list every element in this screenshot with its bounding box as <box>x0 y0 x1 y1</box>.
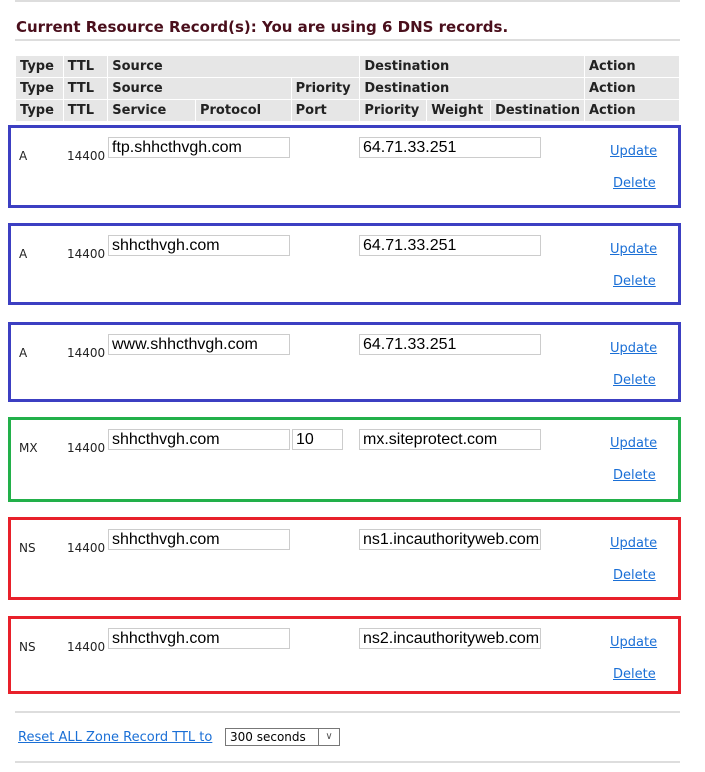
record-type: A <box>19 247 28 261</box>
update-link[interactable]: Update <box>610 341 657 356</box>
col-port: Port <box>290 99 361 122</box>
record-ttl: 14400 <box>67 149 106 163</box>
col-source: Source <box>107 77 292 100</box>
record-row: MX 14400 mx.siteprotect.com Update Delet… <box>8 417 681 502</box>
records-header: Type TTL Source Destination Action Type … <box>15 55 681 122</box>
update-link[interactable]: Update <box>610 536 657 551</box>
record-type: NS <box>19 541 36 555</box>
destination-input[interactable]: 64.71.33.251 <box>359 137 541 158</box>
update-link[interactable]: Update <box>610 436 657 451</box>
header-row-mx: Type TTL Source Priority Destination Act… <box>15 77 681 100</box>
source-input[interactable] <box>108 529 290 550</box>
col-type: Type <box>15 77 64 100</box>
delete-link[interactable]: Delete <box>613 667 656 682</box>
reset-ttl-link[interactable]: Reset ALL Zone Record TTL to <box>18 730 212 745</box>
record-ttl: 14400 <box>67 346 106 360</box>
record-row: A 14400 64.71.33.251 Update Delete <box>8 322 681 402</box>
divider <box>15 761 680 763</box>
priority-input[interactable] <box>292 429 343 450</box>
col-ttl: TTL <box>62 55 109 78</box>
chevron-down-icon[interactable]: ∨ <box>318 729 339 745</box>
col-type: Type <box>15 99 64 122</box>
update-link[interactable]: Update <box>610 144 657 159</box>
record-row: NS 14400 ns2.incauthorityweb.com Update … <box>8 616 681 694</box>
record-ttl: 14400 <box>67 541 106 555</box>
record-type: MX <box>19 441 38 455</box>
col-priority: Priority <box>290 77 361 100</box>
source-input[interactable] <box>108 137 290 158</box>
col-action: Action <box>583 99 681 122</box>
col-ttl: TTL <box>62 77 109 100</box>
delete-link[interactable]: Delete <box>613 176 656 191</box>
source-input[interactable] <box>108 429 290 450</box>
divider <box>15 711 680 713</box>
divider <box>15 39 680 41</box>
delete-link[interactable]: Delete <box>613 568 656 583</box>
update-link[interactable]: Update <box>610 242 657 257</box>
delete-link[interactable]: Delete <box>613 274 656 289</box>
source-input[interactable] <box>108 628 290 649</box>
record-row: A 14400 64.71.33.251 Update Delete <box>8 223 681 305</box>
record-row: A 14400 64.71.33.251 Update Delete <box>8 125 681 208</box>
col-destination: Destination <box>359 77 585 100</box>
update-link[interactable]: Update <box>610 635 657 650</box>
col-priority: Priority <box>359 99 428 122</box>
destination-input[interactable]: 64.71.33.251 <box>359 235 541 256</box>
divider <box>15 0 680 2</box>
record-row: NS 14400 ns1.incauthorityweb.com Update … <box>8 517 681 600</box>
record-ttl: 14400 <box>67 247 106 261</box>
source-input[interactable] <box>108 334 290 355</box>
col-action: Action <box>583 55 681 78</box>
delete-link[interactable]: Delete <box>613 468 656 483</box>
col-ttl: TTL <box>62 99 109 122</box>
col-destination: Destination <box>359 55 585 78</box>
record-ttl: 14400 <box>67 640 106 654</box>
record-type: A <box>19 149 28 163</box>
ttl-select[interactable]: 300 seconds ∨ <box>225 728 340 746</box>
record-ttl: 14400 <box>67 441 106 455</box>
col-weight: Weight <box>426 99 492 122</box>
col-type: Type <box>15 55 64 78</box>
destination-input[interactable]: 64.71.33.251 <box>359 334 541 355</box>
source-input[interactable] <box>108 235 290 256</box>
record-type: NS <box>19 640 36 654</box>
record-type: A <box>19 346 28 360</box>
ttl-select-value: 300 seconds <box>230 730 306 744</box>
destination-input[interactable]: mx.siteprotect.com <box>359 429 541 450</box>
header-row-a-ns: Type TTL Source Destination Action <box>15 55 681 78</box>
delete-link[interactable]: Delete <box>613 373 656 388</box>
col-service: Service <box>107 99 196 122</box>
col-source: Source <box>107 55 361 78</box>
destination-input[interactable]: ns2.incauthorityweb.com <box>359 628 541 649</box>
col-action: Action <box>583 77 681 100</box>
col-destination: Destination <box>490 99 585 122</box>
page-title: Current Resource Record(s): You are usin… <box>16 18 509 36</box>
col-protocol: Protocol <box>194 99 292 122</box>
header-row-srv: Type TTL Service Protocol Port Priority … <box>15 99 681 122</box>
destination-input[interactable]: ns1.incauthorityweb.com <box>359 529 541 550</box>
